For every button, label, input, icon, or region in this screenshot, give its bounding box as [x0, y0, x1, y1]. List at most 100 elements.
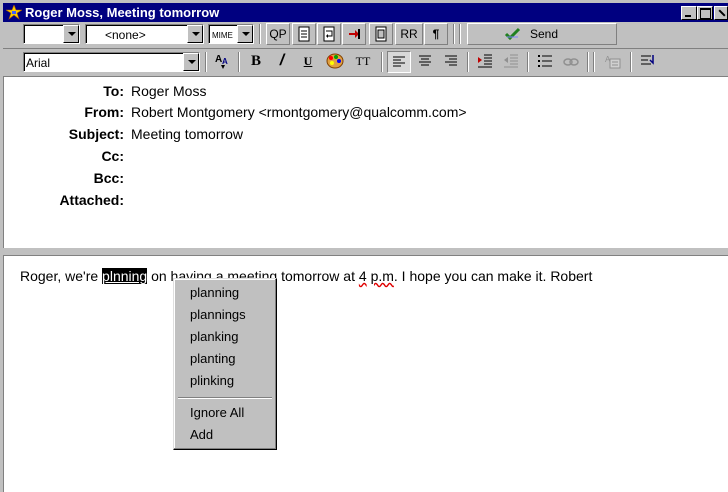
tab-in-body-button[interactable] [342, 23, 366, 45]
body-text-start: Roger, we're [20, 268, 103, 284]
send-label: Send [530, 27, 559, 41]
align-center-button[interactable] [413, 51, 437, 73]
keep-copy-button[interactable] [369, 23, 393, 45]
tab-arrow-icon [349, 29, 360, 39]
from-label: From: [84, 104, 124, 120]
menu-separator [178, 397, 272, 399]
attached-label: Attached: [59, 192, 124, 208]
mime-label: MIME [212, 31, 233, 40]
underline-button[interactable]: U [296, 51, 320, 73]
text-color-button[interactable] [323, 51, 347, 73]
cc-label: Cc: [101, 148, 124, 164]
teletype-button[interactable]: TT [349, 51, 377, 73]
body-text-end: . I hope you can make it. Robert [393, 268, 593, 284]
minimize-button[interactable] [681, 6, 697, 20]
rr-button[interactable]: RR [395, 23, 423, 45]
toolbar-separator [205, 52, 207, 72]
message-toolbar: <none> MIME QP RR ¶ Send [3, 22, 728, 49]
chevron-down-icon[interactable] [237, 25, 253, 43]
spellcheck-context-menu: planning plannings planking planting pli… [173, 278, 277, 450]
indent-out-button[interactable] [499, 51, 523, 73]
toolbar-separator [259, 24, 261, 44]
chevron-down-icon[interactable] [183, 53, 199, 71]
send-button[interactable]: Send [467, 23, 617, 45]
suggestion-item[interactable]: plinking [190, 373, 234, 388]
format-toolbar: Arial AA B / U TT A [3, 49, 728, 75]
misspelled-word[interactable]: plnning [102, 268, 148, 284]
maximize-button[interactable] [697, 6, 713, 20]
word-wrap-button[interactable] [317, 23, 341, 45]
svg-text:A: A [222, 57, 228, 66]
toolbar-separator [453, 24, 455, 44]
attach-text-button[interactable] [292, 23, 316, 45]
insert-line-button[interactable] [636, 51, 660, 73]
outdent-icon [504, 54, 518, 68]
suggestion-item[interactable]: planking [190, 329, 238, 344]
qp-button[interactable]: QP [266, 23, 290, 45]
bcc-label: Bcc: [93, 170, 124, 186]
to-field[interactable]: Roger Moss [131, 83, 206, 99]
font-dropdown[interactable]: Arial [23, 52, 200, 72]
indent-icon [478, 54, 492, 68]
priority-dropdown[interactable] [23, 24, 80, 44]
flagged-number[interactable]: 4 [359, 268, 367, 284]
chevron-down-icon[interactable] [63, 25, 79, 43]
to-label: To: [103, 83, 124, 99]
toolbar-separator [527, 52, 529, 72]
align-center-icon [419, 55, 431, 66]
bullet-list-button[interactable] [533, 51, 557, 73]
maximize-icon [700, 8, 711, 19]
minimize-icon [685, 15, 691, 17]
toolbar-separator [459, 24, 461, 44]
mime-dropdown[interactable]: MIME [208, 24, 254, 44]
subject-label: Subject: [68, 126, 124, 142]
toolbar-separator [587, 52, 589, 72]
add-to-dictionary-item[interactable]: Add [190, 427, 213, 442]
title-bar[interactable]: Roger Moss, Meeting tomorrow [3, 3, 728, 22]
clear-format-icon: A [605, 55, 621, 69]
subject-field[interactable]: Meeting tomorrow [131, 126, 243, 142]
align-right-button[interactable] [439, 51, 463, 73]
close-icon [718, 9, 726, 17]
attached-field[interactable] [131, 192, 711, 210]
wrap-icon [323, 26, 335, 42]
document-clip-icon [298, 26, 310, 42]
link-chain-icon [563, 58, 579, 66]
message-body[interactable] [3, 256, 728, 492]
toolbar-separator [630, 52, 632, 72]
suggestion-item[interactable]: planting [190, 351, 236, 366]
color-palette-icon [326, 53, 344, 69]
suggestion-item[interactable]: planning [190, 285, 239, 300]
pilcrow-button[interactable]: ¶ [424, 23, 448, 45]
signature-value: <none> [105, 28, 146, 42]
font-size-icon: AA [215, 54, 228, 69]
toolbar-separator [467, 52, 469, 72]
font-size-button[interactable]: AA [211, 51, 235, 73]
pane-splitter[interactable] [3, 248, 728, 256]
toolbar-separator [238, 52, 240, 72]
toolbar-separator [381, 52, 383, 72]
italic-button[interactable]: / [270, 51, 294, 73]
body-text[interactable]: Roger, we're plnning on having a meeting… [20, 268, 592, 284]
align-right-icon [445, 55, 457, 66]
suggestion-item[interactable]: plannings [190, 307, 246, 322]
align-left-button[interactable] [387, 51, 411, 73]
eudora-app-icon [6, 5, 22, 20]
link-button[interactable] [559, 51, 583, 73]
window-title: Roger Moss, Meeting tomorrow [25, 5, 220, 20]
indent-in-button[interactable] [473, 51, 497, 73]
align-left-icon [393, 56, 405, 67]
chevron-down-icon[interactable] [187, 25, 203, 43]
signature-dropdown[interactable]: <none> [85, 24, 204, 44]
copy-doc-icon [375, 26, 387, 42]
bold-button[interactable]: B [244, 51, 268, 73]
cc-field[interactable] [131, 148, 711, 166]
from-field[interactable]: Robert Montgomery <rmontgomery@qualcomm.… [131, 104, 467, 120]
clear-formatting-button[interactable]: A [601, 51, 625, 73]
bcc-field[interactable] [131, 170, 711, 188]
flagged-pm[interactable]: p.m [371, 268, 394, 284]
toolbar-separator [593, 52, 595, 72]
font-value: Arial [26, 56, 51, 70]
close-button[interactable] [714, 6, 728, 20]
ignore-all-item[interactable]: Ignore All [190, 405, 244, 420]
